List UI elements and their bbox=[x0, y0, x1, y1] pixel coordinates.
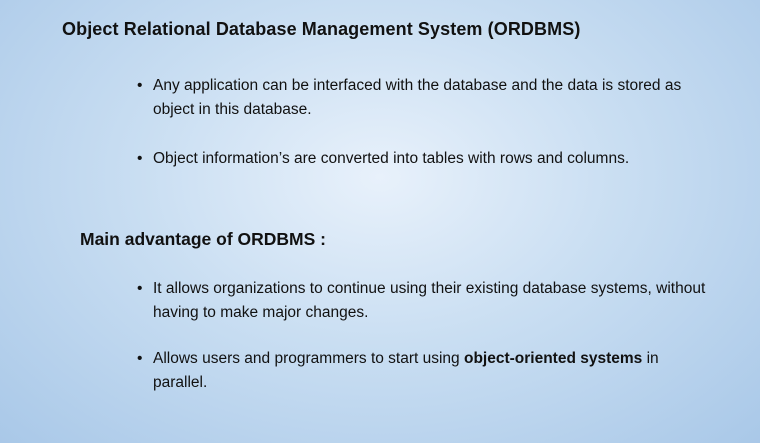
bullet-item: • It allows organizations to continue us… bbox=[137, 277, 717, 325]
bullet-text-bold: object-oriented systems bbox=[463, 350, 643, 367]
bullet-icon: • bbox=[137, 77, 143, 94]
slide-title: Object Relational Database Management Sy… bbox=[62, 19, 581, 39]
bullet-text: Allows users and programmers to start us… bbox=[153, 347, 717, 395]
bullet-icon: • bbox=[137, 350, 143, 367]
bullet-text-pre: Allows users and programmers to start us… bbox=[153, 350, 464, 367]
bullet-text: Any application can be interfaced with t… bbox=[153, 77, 682, 118]
bullet-text: It allows organizations to continue usin… bbox=[153, 280, 706, 321]
bullet-icon: • bbox=[137, 280, 143, 297]
bullet-item: • Allows users and programmers to start … bbox=[137, 347, 717, 395]
bullet-text: Object information’s are converted into … bbox=[153, 150, 630, 167]
section-heading: Main advantage of ORDBMS : bbox=[80, 229, 326, 249]
slide: Object Relational Database Management Sy… bbox=[0, 0, 760, 443]
bullet-item: • Any application can be interfaced with… bbox=[137, 74, 717, 122]
bullet-icon: • bbox=[137, 150, 143, 167]
bullet-item: • Object information’s are converted int… bbox=[137, 147, 717, 171]
